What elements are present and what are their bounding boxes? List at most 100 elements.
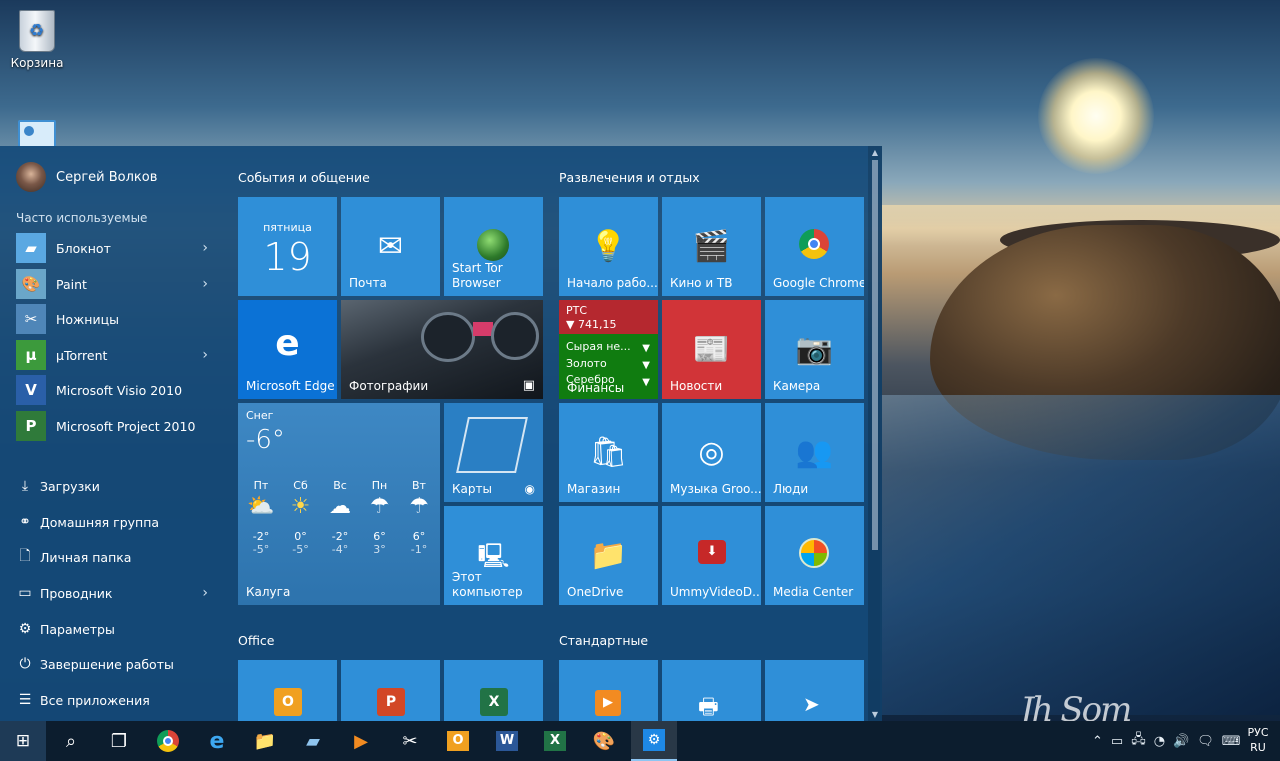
frequent-item-visio[interactable]: V Microsoft Visio 2010 [0,373,222,407]
tile-groove-music[interactable]: ◎ Музыка Groo... [662,403,761,502]
taskbar-notepad[interactable]: ▰ [290,721,336,761]
tile-news[interactable]: 📰 Новости [662,300,761,399]
tile-tor[interactable]: Start Tor Browser [444,197,543,296]
taskbar-chrome[interactable] [145,721,191,761]
homegroup-icon: ⚭ [19,514,31,530]
forecast-day: Пн ☂ 6° 3° [361,479,399,556]
language-indicator[interactable]: РУС RU [1240,725,1276,755]
excel-icon: X [480,688,508,716]
power-icon: ⏻ [19,656,31,672]
volume-icon[interactable]: 🔊 [1173,734,1189,749]
forecast-day-name: Вс [333,479,347,492]
finance-row: Золото [566,357,607,370]
group-header-entertainment[interactable]: Развлечения и отдых [559,170,700,185]
scroll-down-icon[interactable]: ▼ [868,710,882,719]
powerpoint-icon: P [377,688,405,716]
task-view-button[interactable]: ❐ [96,721,142,761]
taskbar-word[interactable]: W [484,721,530,761]
sidebar-item-all-apps[interactable]: ☰ Все приложения [0,683,222,717]
tile-movies-tv[interactable]: 🎬 Кино и ТВ [662,197,761,296]
tile-edge[interactable]: e Microsoft Edge [238,300,337,399]
tile-weather[interactable]: Снег -6° Пт ⛅ -2° -5° Сб ☀ 0° -5° Вс ☁ -… [238,403,440,605]
tiles-scrollbar[interactable]: ▲ ▼ [868,146,882,721]
taskbar-ie[interactable]: e [194,721,240,761]
tile-chrome[interactable]: Google Chrome [765,197,864,296]
forecast-low: -5° [292,543,309,556]
tile-ummy[interactable]: ⬇ UmmyVideoD... [662,506,761,605]
windows-logo-icon: ⊞ [15,731,31,751]
photo-icon: ▣ [522,378,535,393]
dashboard-display-image [473,322,493,336]
tile-powerpoint[interactable]: P [341,660,440,721]
search-button[interactable]: ⌕ [48,721,94,761]
frequent-item-paint[interactable]: 🎨 Paint › [0,267,222,301]
tile-media-center[interactable]: Media Center [765,506,864,605]
tile-media-player[interactable]: ▶ [559,660,658,721]
notifications-icon[interactable]: 🗨 [1197,734,1214,749]
taskbar-settings[interactable]: ⚙ [631,721,677,761]
tile-maps[interactable]: Карты ◉ [444,403,543,502]
sidebar-item-downloads[interactable]: ⤓ Загрузки [0,469,222,503]
desktop-app-shortcut[interactable] [2,120,72,148]
frequent-item-label: Microsoft Visio 2010 [56,382,183,398]
task-view-icon: ❐ [110,730,128,752]
frequent-item-utorrent[interactable]: µ µTorrent › [0,338,222,372]
forecast-day-name: Пт [253,479,269,492]
outlook-icon: O [447,731,469,751]
chevron-up-icon[interactable]: ⌃ [1092,734,1103,749]
wifi-icon[interactable]: ◔ [1154,734,1165,749]
tile-camera[interactable]: 📷 Камера [765,300,864,399]
forecast-low: -1° [410,543,428,556]
tile-outlook[interactable]: O [238,660,337,721]
taskbar-paint[interactable]: 🎨 [581,721,627,761]
taskbar-outlook[interactable]: O [435,721,481,761]
search-icon: ⌕ [65,730,77,752]
tile-fax-scan[interactable]: 🖶 [662,660,761,721]
start-button[interactable]: ⊞ [0,721,46,761]
tile-photos[interactable]: Фотографии ▣ [341,300,543,399]
start-menu: Сергей Волков Часто используемые ▰ Блокн… [0,146,882,721]
user-account[interactable]: Сергей Волков [16,160,157,194]
battery-icon[interactable]: ▭ [1111,734,1123,749]
language-line1: РУС [1247,726,1269,739]
chevron-right-icon[interactable]: › [202,276,208,292]
forecast-high: 6° [412,530,426,543]
forecast-day-name: Пн [371,479,388,492]
scroll-thumb[interactable] [872,160,878,550]
tile-get-started[interactable]: 💡 Начало рабо... [559,197,658,296]
group-header-office[interactable]: Office [238,633,275,648]
tile-mail[interactable]: ✉ Почта [341,197,440,296]
sidebar-item-user-folder[interactable]: 🗋 Личная папка [0,540,222,574]
group-header-standard[interactable]: Стандартные [559,633,648,648]
tile-excel[interactable]: X [444,660,543,721]
sidebar-item-power[interactable]: ⏻ Завершение работы [0,647,222,681]
frequent-item-project[interactable]: P Microsoft Project 2010 [0,409,222,443]
keyboard-icon[interactable]: ⌨ [1222,734,1241,749]
tile-onedrive[interactable]: 📁 OneDrive [559,506,658,605]
frequent-item-scissors[interactable]: ✂ Ножницы [0,302,222,336]
recycle-bin-desktop-icon[interactable]: Корзина [2,10,72,70]
tile-label: Фотографии [349,379,429,393]
tile-remote[interactable]: ➤ [765,660,864,721]
taskbar-excel[interactable]: X [532,721,578,761]
chevron-right-icon[interactable]: › [202,585,208,601]
project-icon: P [16,411,46,441]
tile-people[interactable]: 👥 Люди [765,403,864,502]
tile-calendar[interactable]: пятница 19 [238,197,337,296]
chevron-right-icon[interactable]: › [202,347,208,363]
tile-store[interactable]: 🛍 Магазин [559,403,658,502]
scroll-up-icon[interactable]: ▲ [868,148,882,157]
taskbar-media[interactable]: ▶ [338,721,384,761]
tile-finance[interactable]: РТС ▼ 741,15 Сырая не... Золото Серебро … [559,300,658,399]
taskbar-explorer[interactable]: 📁 [242,721,288,761]
sidebar-item-explorer[interactable]: ▭ Проводник › [0,576,222,610]
sidebar-item-settings[interactable]: ⚙ Параметры [0,612,222,646]
tile-this-pc[interactable]: 🖳 Этот компьютер [444,506,543,605]
network-icon[interactable]: 🖧 [1131,730,1146,752]
chevron-right-icon[interactable]: › [202,240,208,256]
taskbar-scissors[interactable]: ✂ [387,721,433,761]
sidebar-item-homegroup[interactable]: ⚭ Домашняя группа [0,505,222,539]
frequent-item-notepad[interactable]: ▰ Блокнот › [0,231,222,265]
group-header-social[interactable]: События и общение [238,170,370,185]
forecast-low: -4° [331,543,349,556]
